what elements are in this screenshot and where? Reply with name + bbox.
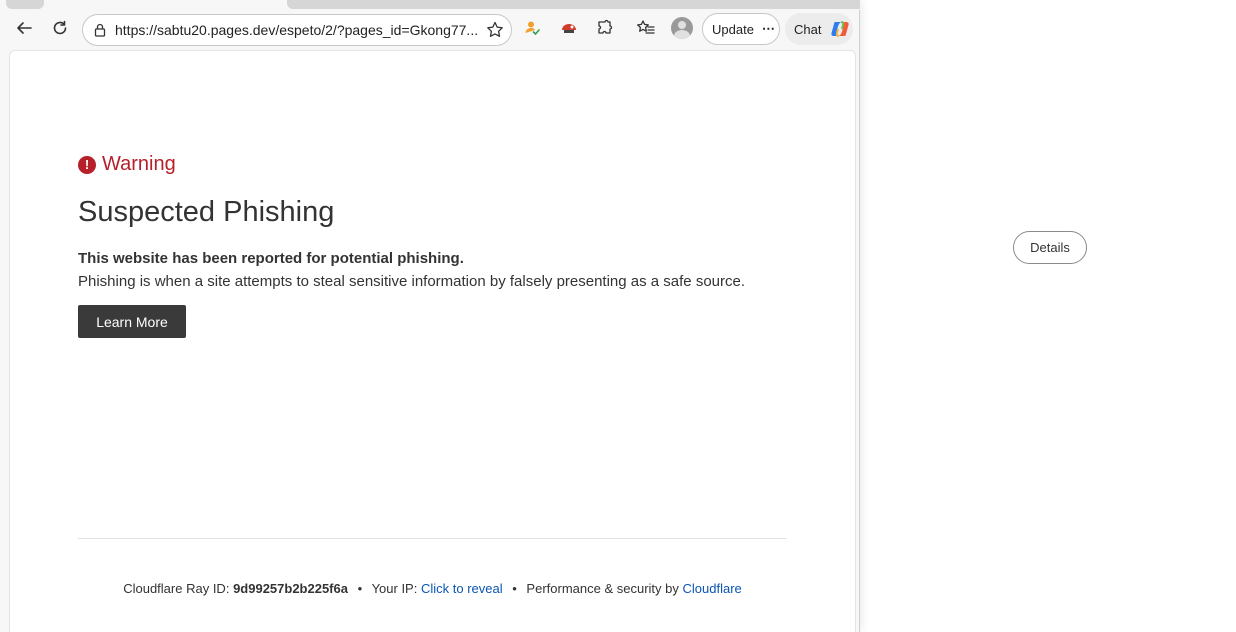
- chat-label: Chat: [794, 21, 822, 37]
- tab-strip: [0, 0, 860, 10]
- reveal-ip-link[interactable]: Click to reveal: [421, 581, 503, 596]
- browser-toolbar: https://sabtu20.pages.dev/espeto/2/?page…: [0, 10, 860, 50]
- page-viewport: ! Warning Suspected Phishing This websit…: [9, 50, 856, 632]
- page-title: Suspected Phishing: [78, 196, 335, 228]
- warning-label: Warning: [102, 153, 176, 175]
- profile-button[interactable]: [668, 14, 696, 42]
- warning-heading: ! Warning: [78, 153, 176, 176]
- performance-label: Performance & security by: [526, 581, 679, 596]
- your-ip-label: Your IP:: [371, 581, 418, 596]
- footer-separator: •: [512, 581, 517, 596]
- add-favorite-star-icon[interactable]: [485, 20, 505, 40]
- phishing-description: Phishing is when a site attempts to stea…: [78, 273, 746, 290]
- more-options-icon[interactable]: ⋯: [762, 21, 776, 37]
- warning-icon: !: [78, 155, 96, 174]
- learn-more-button[interactable]: Learn More: [78, 305, 186, 338]
- phishing-lead-text: This website has been reported for poten…: [78, 250, 464, 267]
- avatar-icon: [671, 17, 693, 39]
- tab-left[interactable]: [6, 0, 44, 9]
- ray-id-label: Cloudflare Ray ID:: [123, 581, 230, 596]
- update-label: Update: [712, 21, 754, 37]
- tab-right[interactable]: [287, 0, 860, 9]
- reload-button[interactable]: [46, 14, 74, 42]
- extension-person-check-icon[interactable]: [518, 14, 546, 42]
- arrow-left-icon: [17, 22, 32, 34]
- details-button[interactable]: Details: [1013, 231, 1087, 264]
- site-info-icon[interactable]: [93, 23, 107, 37]
- cloudflare-link[interactable]: Cloudflare: [683, 581, 742, 596]
- extensions-puzzle-icon[interactable]: [591, 14, 619, 42]
- copilot-chat-button[interactable]: Chat: [785, 13, 853, 45]
- footer-separator: •: [357, 581, 363, 596]
- browser-window: https://sabtu20.pages.dev/espeto/2/?page…: [0, 0, 860, 632]
- cloudflare-footer: Cloudflare Ray ID: 9d99257b2b225f6a • Yo…: [10, 581, 855, 596]
- reload-icon: [53, 20, 67, 35]
- favorites-icon[interactable]: [632, 14, 660, 42]
- footer-divider: [78, 538, 787, 539]
- extension-helmet-icon[interactable]: [555, 14, 583, 42]
- copilot-icon: [831, 21, 850, 37]
- url-text[interactable]: https://sabtu20.pages.dev/espeto/2/?page…: [115, 22, 485, 38]
- update-button[interactable]: Update ⋯: [702, 13, 780, 45]
- address-bar[interactable]: https://sabtu20.pages.dev/espeto/2/?page…: [82, 14, 512, 46]
- ray-id-value: 9d99257b2b225f6a: [233, 581, 348, 596]
- back-button[interactable]: [10, 14, 38, 42]
